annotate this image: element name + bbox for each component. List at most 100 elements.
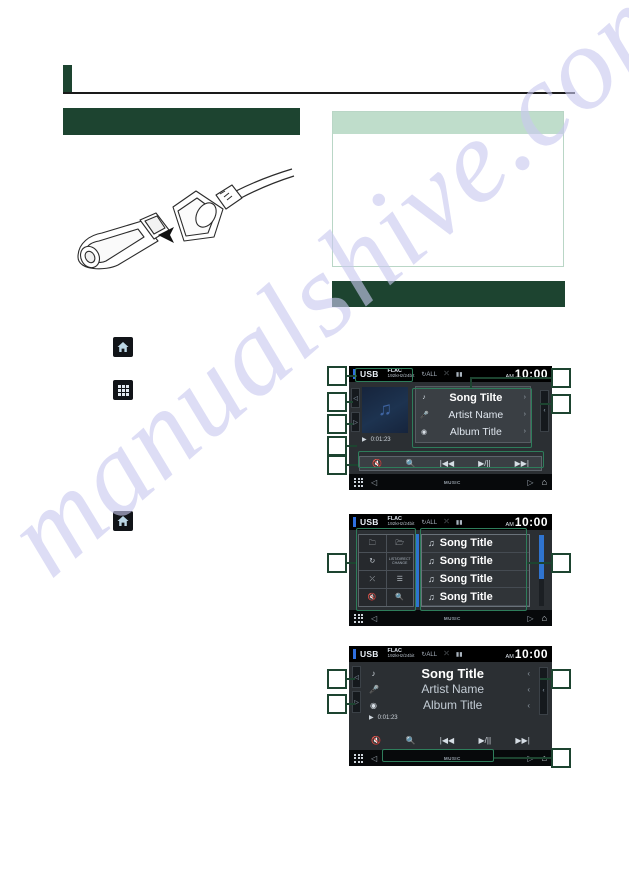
right-expand-icon[interactable]: ▷	[351, 412, 360, 432]
transport-controls[interactable]: 🔇 🔍 |◀◀ ▶/|| ▶▶|	[359, 733, 542, 748]
section-heading-right	[332, 281, 565, 307]
callout-line	[470, 377, 552, 379]
list-item[interactable]: ♫ Song Title	[422, 553, 529, 571]
random-icon[interactable]: ⤫	[359, 571, 386, 588]
nav-left-arrow-icon[interactable]: ◁	[371, 478, 377, 487]
list-body: 🗀 🗁 ↻ LIST/DIRECT CHANGE ⤫ ☰ 🔇 🔍 ♫ Song T…	[349, 530, 552, 610]
callout-box	[327, 455, 347, 475]
device-screen-playback[interactable]: USB FLAC 192kHz/24bit ↻ALL ⤫ ▮▮ AM 10:00…	[349, 366, 552, 490]
mute-icon[interactable]: 🔇	[371, 736, 381, 745]
right-panel-expand-icon[interactable]: ‹	[540, 390, 549, 432]
right-panel-expand-icon[interactable]: ‹	[539, 667, 548, 715]
transport-controls[interactable]: 🔇 🔍 |◀◀ ▶/|| ▶▶|	[359, 456, 542, 471]
codec-detail: 192kHz/24bit	[387, 521, 415, 527]
callout-box	[327, 694, 347, 714]
repeat-icon: ↻ALL	[421, 651, 438, 658]
play-pause-icon[interactable]: ▶/||	[478, 459, 491, 468]
callout-box	[551, 394, 571, 414]
disc-icon: ◉	[370, 700, 377, 710]
album-art: ♫	[362, 387, 408, 433]
play-icon: ▶	[369, 715, 374, 721]
source-label: USB	[360, 517, 379, 527]
search-icon[interactable]: 🔍	[386, 589, 413, 606]
list-item[interactable]: ♫ Song Title	[422, 588, 529, 606]
source-indicator	[353, 369, 356, 379]
chevron-right-icon: ›	[523, 411, 526, 418]
left-expand-icon[interactable]: ◁	[351, 388, 360, 408]
section-heading-left	[63, 108, 300, 135]
nav-source-label: MUSIC	[443, 755, 461, 761]
callout-box	[551, 748, 571, 768]
nav-left-arrow-icon[interactable]: ◁	[371, 614, 377, 623]
chevron-right-icon: ‹	[527, 700, 530, 710]
playback-body: ◁ ▷ ♫ ▶ 0:01:23 ♪ Song Tilte › 🎤 Artist	[349, 382, 552, 474]
home-icon[interactable]: ⌂	[542, 477, 547, 487]
instruction-icon-row-3	[113, 511, 140, 531]
section-heading-right-label	[332, 281, 565, 291]
next-track-icon[interactable]: ▶▶|	[515, 736, 529, 745]
album-row: ◉ Album Title ›	[420, 426, 526, 438]
search-icon[interactable]: 🔍	[406, 459, 416, 468]
usb-connection-illustration	[66, 165, 296, 305]
list-item[interactable]: ♫ Song Title	[422, 535, 529, 553]
nav-right-arrow-icon[interactable]: ▷	[527, 478, 533, 487]
device-screen-playback-alt[interactable]: USB FLAC 192kHz/24bit ↻ALL ⤫ ▮▮ AM 10:00…	[349, 646, 552, 766]
bottom-nav-bar[interactable]: ◁ MUSIC ▷ ⌂	[349, 474, 552, 490]
nav-source-label: MUSIC	[443, 479, 461, 485]
bottom-nav-bar[interactable]: ◁ MUSIC ▷ ⌂	[349, 610, 552, 626]
home-icon[interactable]: ⌂	[542, 613, 547, 623]
apps-grid-icon[interactable]	[354, 477, 363, 487]
elapsed-time: 0:01:23	[377, 714, 398, 721]
repeat-icon: ↻ALL	[421, 371, 438, 378]
folder-up-icon[interactable]: 🗀	[359, 535, 386, 552]
track-list[interactable]: ♫ Song Title ♫ Song Title ♫ Song Title ♫…	[421, 534, 530, 607]
codec-detail: 192kHz/24bit	[387, 373, 415, 379]
callout-s1-r2	[551, 394, 571, 414]
device-screen-list[interactable]: USB FLAC 192kHz/24bit ↻ALL ⤫ ▮▮ AM 10:00…	[349, 514, 552, 626]
repeat-icon[interactable]: ↻	[359, 553, 386, 570]
callout-line	[347, 445, 357, 447]
status-bar: USB FLAC 192kHz/24bit ↻ALL ⤫ ▮▮ AM 10:00	[349, 366, 552, 382]
callout-s1-r1	[551, 368, 571, 388]
clock-ampm: AM	[505, 654, 514, 660]
source-indicator	[353, 649, 356, 659]
track-info: ♪ Song Title ‹ 🎤 Artist Name ‹ ◉ Album T…	[369, 665, 530, 713]
status-bar: USB FLAC 192kHz/24bit ↻ALL ⤫ ▮▮ AM 10:00	[349, 514, 552, 530]
random-icon: ⤫	[444, 518, 449, 525]
previous-track-icon[interactable]: |◀◀	[440, 736, 454, 745]
previous-track-icon[interactable]: |◀◀	[440, 459, 454, 468]
callout-box	[327, 669, 347, 689]
apps-grid-icon[interactable]	[354, 613, 363, 623]
signal-icon: ▮▮	[455, 651, 463, 658]
mute-icon[interactable]: 🔇	[372, 459, 382, 468]
source-label: USB	[360, 369, 379, 379]
clock: AM 10:00	[506, 515, 548, 529]
note-box	[332, 111, 564, 267]
track-title: Song Tilte	[449, 391, 503, 404]
mute-icon[interactable]: 🔇	[359, 589, 386, 606]
track-info-box[interactable]: ♪ Song Tilte › 🎤 Artist Name › ◉ Album T…	[415, 386, 531, 443]
manual-page: USB FLAC 192kHz/24bit ↻ALL ⤫ ▮▮ AM 10:00…	[0, 0, 629, 893]
nav-left-arrow-icon[interactable]: ◁	[371, 754, 377, 763]
source-indicator	[353, 517, 356, 527]
search-icon[interactable]: 🔍	[405, 736, 415, 745]
folder-icon[interactable]: 🗁	[386, 535, 413, 552]
left-expand-icon[interactable]: ◁	[352, 666, 361, 688]
signal-icon: ▮▮	[455, 519, 463, 526]
playback-alt-body: ◁ ▷ ‹ ♪ Song Title ‹ 🎤 Artist Name ‹ ◉ A…	[349, 662, 552, 750]
chevron-right-icon: ›	[523, 394, 526, 401]
random-icon: ⤫	[444, 370, 449, 377]
list-scrollbar[interactable]	[539, 535, 544, 606]
artist-name: Artist Name	[448, 408, 504, 421]
play-pause-icon[interactable]: ▶/||	[479, 736, 492, 745]
list-direct-change-button[interactable]: LIST/DIRECT CHANGE	[386, 553, 413, 570]
right-expand-icon[interactable]: ▷	[352, 691, 361, 713]
callout-line	[347, 423, 353, 425]
apps-grid-icon[interactable]	[354, 753, 363, 763]
nav-right-arrow-icon[interactable]: ▷	[527, 614, 533, 623]
list-item[interactable]: ♫ Song Title	[422, 571, 529, 589]
list-control-panel[interactable]: 🗀 🗁 ↻ LIST/DIRECT CHANGE ⤫ ☰ 🔇 🔍	[358, 534, 414, 607]
next-track-icon[interactable]: ▶▶|	[515, 459, 529, 468]
callout-s1-l4	[327, 436, 347, 456]
list-icon[interactable]: ☰	[386, 571, 413, 588]
